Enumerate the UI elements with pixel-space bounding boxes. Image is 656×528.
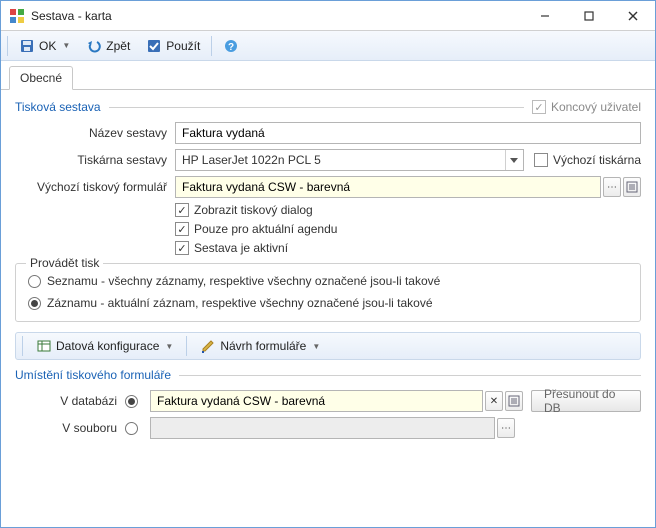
ok-button[interactable]: OK ▼	[12, 34, 77, 58]
db-input[interactable]	[150, 390, 483, 412]
checkbox-icon: ✓	[175, 203, 189, 217]
data-config-icon	[36, 338, 52, 354]
form-label: Výchozí tiskový formulář	[15, 180, 175, 194]
group-header-location: Umístění tiskového formuláře	[15, 368, 641, 382]
move-db-label: Přesunout do DB	[544, 387, 628, 415]
ok-label: OK	[39, 39, 56, 53]
x-icon: ✕	[490, 396, 498, 407]
form-input[interactable]	[175, 176, 601, 198]
print-list-radio[interactable]: Seznamu - všechny záznamy, respektive vš…	[28, 274, 440, 288]
db-lookup-button[interactable]	[505, 391, 523, 411]
tab-label: Obecné	[20, 71, 62, 85]
data-config-label: Datová konfigurace	[56, 339, 159, 353]
printer-combo[interactable]: HP LaserJet 1022n PCL 5	[175, 149, 524, 171]
checkbox-icon	[534, 153, 548, 167]
ellipsis-icon: ⋯	[501, 423, 511, 434]
zpet-label: Zpět	[106, 39, 130, 53]
radio-icon	[125, 422, 138, 435]
help-button[interactable]: ?	[216, 34, 246, 58]
fieldset-legend: Provádět tisk	[26, 256, 103, 270]
file-browse-button[interactable]: ⋯	[497, 418, 515, 438]
titlebar: Sestava - karta	[1, 1, 655, 31]
radio-icon	[28, 275, 41, 288]
lookup-button[interactable]	[623, 177, 641, 197]
zpet-button[interactable]: Zpět	[79, 34, 137, 58]
file-input	[150, 417, 495, 439]
active-checkbox[interactable]: ✓ Sestava je aktivní	[175, 241, 288, 255]
chevron-down-icon: ▼	[62, 41, 70, 50]
pouzit-label: Použít	[166, 39, 200, 53]
checkbox-icon: ✓	[175, 241, 189, 255]
opt1-label: Seznamu - všechny záznamy, respektive vš…	[47, 274, 440, 288]
ellipsis-button[interactable]: ⋯	[603, 177, 621, 197]
cb3-label: Sestava je aktivní	[194, 241, 288, 255]
file-label: V souboru	[15, 421, 125, 435]
file-radio[interactable]	[125, 422, 144, 435]
ellipsis-icon: ⋯	[607, 182, 617, 193]
pencil-icon	[200, 338, 216, 354]
form-design-label: Návrh formuláře	[220, 339, 306, 353]
default-printer-checkbox[interactable]: Výchozí tiskárna	[534, 153, 641, 167]
move-db-button[interactable]: Přesunout do DB	[531, 390, 641, 412]
tab-body: Tisková sestava ✓ Koncový uživatel Název…	[1, 90, 655, 527]
undo-icon	[86, 38, 102, 54]
group-header-sestava: Tisková sestava ✓ Koncový uživatel	[15, 100, 641, 114]
toolbar: OK ▼ Zpět Použít ?	[1, 31, 655, 61]
svg-text:?: ?	[228, 42, 234, 53]
radio-icon	[28, 297, 41, 310]
opt2-label: Záznamu - aktuální záznam, respektive vš…	[47, 296, 433, 310]
app-icon	[9, 8, 25, 24]
list-icon	[626, 181, 638, 193]
default-printer-label: Výchozí tiskárna	[553, 153, 641, 167]
clear-button[interactable]: ✕	[485, 391, 503, 411]
db-label: V databázi	[15, 394, 125, 408]
group-title: Umístění tiskového formuláře	[15, 368, 171, 382]
close-button[interactable]	[611, 2, 655, 30]
end-user-label: Koncový uživatel	[551, 100, 641, 114]
window: Sestava - karta OK ▼ Zpět Použít ? Obecn…	[0, 0, 656, 528]
checkbox-icon: ✓	[532, 100, 546, 114]
checkbox-icon: ✓	[175, 222, 189, 236]
printer-label: Tiskárna sestavy	[15, 153, 175, 167]
cb1-label: Zobrazit tiskový dialog	[194, 203, 313, 217]
pouzit-button[interactable]: Použít	[139, 34, 207, 58]
name-label: Název sestavy	[15, 126, 175, 140]
end-user-checkbox[interactable]: ✓ Koncový uživatel	[532, 100, 641, 114]
print-mode-fieldset: Provádět tisk Seznamu - všechny záznamy,…	[15, 263, 641, 322]
cb2-label: Pouze pro aktuální agendu	[194, 222, 337, 236]
list-icon	[508, 395, 520, 407]
apply-icon	[146, 38, 162, 54]
save-icon	[19, 38, 35, 54]
chevron-down-icon: ▼	[165, 342, 173, 351]
current-agenda-checkbox[interactable]: ✓ Pouze pro aktuální agendu	[175, 222, 337, 236]
minimize-button[interactable]	[523, 2, 567, 30]
radio-icon	[125, 395, 138, 408]
maximize-button[interactable]	[567, 2, 611, 30]
print-record-radio[interactable]: Záznamu - aktuální záznam, respektive vš…	[28, 296, 433, 310]
window-title: Sestava - karta	[31, 9, 523, 23]
db-radio[interactable]	[125, 395, 144, 408]
chevron-down-icon: ▼	[312, 342, 320, 351]
help-icon: ?	[223, 38, 239, 54]
secondary-toolbar: Datová konfigurace ▼ Návrh formuláře ▼	[15, 332, 641, 360]
form-design-button[interactable]: Návrh formuláře ▼	[193, 334, 327, 358]
name-input[interactable]	[175, 122, 641, 144]
group-title: Tisková sestava	[15, 100, 101, 114]
show-dialog-checkbox[interactable]: ✓ Zobrazit tiskový dialog	[175, 203, 313, 217]
chevron-down-icon	[505, 150, 523, 170]
tabrow: Obecné	[1, 61, 655, 90]
tab-obecne[interactable]: Obecné	[9, 66, 73, 90]
data-config-button[interactable]: Datová konfigurace ▼	[29, 334, 180, 358]
printer-value: HP LaserJet 1022n PCL 5	[182, 153, 505, 167]
